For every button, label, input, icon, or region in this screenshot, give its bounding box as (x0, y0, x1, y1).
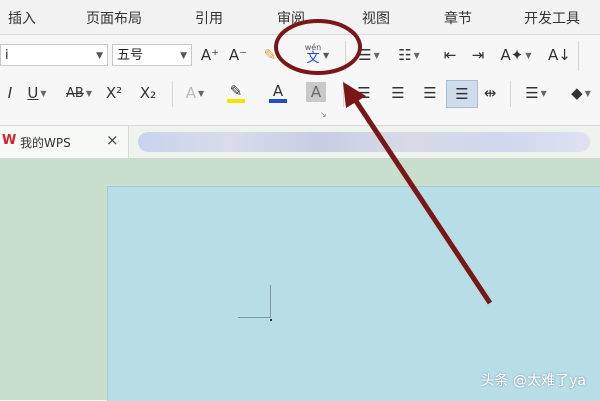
text-cursor (270, 319, 272, 321)
shrink-font-button[interactable]: A⁻ (228, 42, 248, 68)
font-name-value: i (5, 48, 9, 63)
font-color-bar (269, 99, 287, 103)
distribute-button[interactable]: ⇹ (480, 80, 500, 106)
justify-button[interactable]: ☰ (446, 80, 478, 108)
align-right-icon: ☰ (423, 84, 437, 102)
watermark-text: 头条 @太难了ya (480, 373, 586, 389)
align-center-icon: ☰ (391, 84, 405, 102)
document-page[interactable] (107, 186, 600, 401)
strikethrough-button[interactable]: AB ▼ (60, 80, 98, 106)
char-shading-label: A (310, 83, 322, 101)
menu-bar: 插入 页面布局 引用 审阅 视图 章节 开发工具 (0, 0, 600, 35)
subscript-button[interactable]: X₂ (138, 80, 158, 106)
menu-chapter[interactable]: 章节 (444, 8, 472, 28)
distribute-icon: ⇹ (483, 84, 497, 102)
highlighter-icon: ✎ (229, 82, 243, 100)
font-size-field[interactable]: 五号 ▼ (112, 44, 192, 66)
menu-insert[interactable]: 插入 (8, 8, 36, 28)
underline-button[interactable]: U ▼ (20, 80, 54, 106)
chevron-down-icon[interactable]: ▼ (96, 45, 103, 67)
line-spacing-button[interactable]: ☰ ▼ (518, 80, 554, 106)
eraser-icon: ✎ (263, 46, 277, 64)
text-direction-icon: A✦ (500, 46, 524, 64)
menu-references[interactable]: 引用 (195, 8, 223, 28)
italic-icon: I (7, 84, 13, 102)
shading-button[interactable]: ◆ ▼ (566, 80, 596, 106)
shrink-font-label: A⁻ (228, 46, 248, 64)
text-effect-label: A (185, 84, 197, 102)
indent-icon: ⇥ (471, 46, 485, 64)
justify-icon: ☰ (455, 85, 469, 103)
subscript-label: X₂ (139, 84, 157, 102)
outdent-icon: ⇤ (443, 46, 457, 64)
ribbon-toolbar: i ▼ 五号 ▼ A⁺ A⁻ ✎ wén 文 ▼ ☰ ▼ ☷ ▼ ⇤ ⇥ A✦ ▼ A… (0, 35, 600, 126)
clear-format-button[interactable]: ✎ (260, 42, 280, 68)
grow-font-button[interactable]: A⁺ (200, 42, 220, 68)
divider (343, 81, 344, 107)
superscript-button[interactable]: X² (104, 80, 124, 106)
align-center-button[interactable]: ☰ (388, 80, 408, 106)
tab-my-wps[interactable]: W 我的WPS × (0, 126, 129, 158)
bullet-list-button[interactable]: ☰ ▼ (352, 42, 386, 68)
underline-label: U (27, 84, 39, 102)
superscript-label: X² (105, 84, 123, 102)
close-tab-icon[interactable]: × (106, 131, 119, 149)
chevron-down-icon[interactable]: ▼ (180, 45, 187, 67)
divider (172, 81, 173, 107)
font-name-field[interactable]: i ▼ (0, 44, 108, 66)
align-left-button[interactable]: ☰ (354, 80, 374, 106)
highlight-color-bar (227, 99, 245, 103)
align-left-icon: ☰ (357, 84, 371, 102)
char-shading-button[interactable]: A (306, 82, 326, 102)
highlight-button[interactable]: ✎ (218, 80, 254, 106)
dialog-launcher-icon[interactable]: ↘ (320, 110, 327, 119)
menu-page-layout[interactable]: 页面布局 (86, 8, 142, 28)
tab-label: 我的WPS (20, 136, 71, 150)
chevron-down-icon[interactable]: ▼ (323, 51, 329, 60)
sort-icon: A↓ (548, 46, 571, 64)
phonetic-char: 文 (306, 50, 320, 66)
text-direction-button[interactable]: A✦ ▼ (498, 42, 534, 68)
line-spacing-icon: ☰ (525, 84, 539, 102)
text-effect-button[interactable]: A ▼ (180, 80, 210, 106)
font-color-button[interactable]: A (260, 80, 296, 106)
paint-bucket-icon: ◆ (571, 84, 583, 102)
font-color-label: A (272, 82, 284, 100)
increase-indent-button[interactable]: ⇥ (468, 42, 488, 68)
sort-button[interactable]: A↓ (548, 42, 571, 68)
divider (578, 41, 579, 71)
align-right-button[interactable]: ☰ (420, 80, 440, 106)
font-size-value: 五号 (117, 48, 144, 63)
wps-logo-icon: W (2, 133, 17, 148)
italic-button[interactable]: I (0, 80, 20, 106)
blurred-address-bar (138, 132, 590, 152)
numbered-list-icon: ☷ (398, 46, 412, 64)
strikethrough-label: AB (66, 85, 84, 101)
decrease-indent-button[interactable]: ⇤ (440, 42, 460, 68)
menu-developer[interactable]: 开发工具 (524, 8, 580, 28)
document-tab-bar: W 我的WPS × (0, 126, 600, 159)
menu-view[interactable]: 视图 (362, 8, 390, 28)
divider (510, 81, 511, 107)
divider (345, 41, 346, 71)
document-workspace: 头条 @太难了ya (0, 159, 600, 401)
margin-corner-mark (238, 285, 271, 318)
grow-font-label: A⁺ (200, 46, 220, 64)
bullet-list-icon: ☰ (358, 46, 372, 64)
menu-review[interactable]: 审阅 (277, 8, 305, 28)
numbered-list-button[interactable]: ☷ ▼ (392, 42, 426, 68)
